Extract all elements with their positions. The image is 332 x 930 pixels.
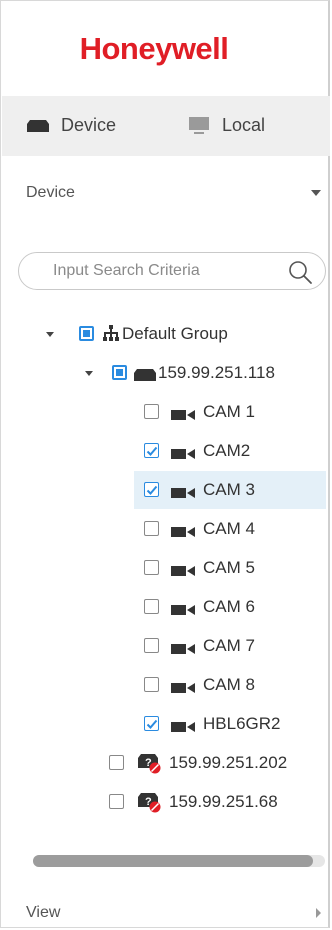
device-label: 159.99.251.202 (169, 753, 288, 772)
monitor-icon (188, 116, 210, 135)
view-dropdown[interactable]: View (26, 901, 321, 925)
chevron-right-icon (316, 908, 321, 918)
camera-row[interactable]: CAM 8 (1, 666, 331, 704)
camera-icon (171, 640, 195, 660)
device-checkbox[interactable] (109, 755, 124, 770)
camera-icon (171, 679, 195, 699)
camera-checkbox[interactable] (144, 638, 159, 653)
view-dropdown-label: View (26, 904, 61, 921)
search-icon[interactable] (287, 259, 313, 290)
camera-icon (171, 718, 195, 738)
device-label: 159.99.251.68 (169, 792, 278, 811)
group-label: Default Group (122, 324, 228, 343)
offline-device-icon: ? (138, 791, 162, 818)
camera-label: CAM 5 (203, 558, 255, 577)
device-checkbox[interactable] (109, 794, 124, 809)
camera-checkbox[interactable] (144, 404, 159, 419)
device-icon (27, 119, 49, 132)
search-box (18, 252, 326, 290)
device-dropdown-label: Device (26, 184, 75, 201)
camera-row[interactable]: CAM 5 (1, 549, 331, 587)
camera-checkbox[interactable] (144, 482, 159, 497)
camera-icon (171, 601, 195, 621)
group-checkbox[interactable] (79, 326, 94, 341)
expand-caret-icon[interactable] (85, 371, 93, 376)
camera-label: CAM 7 (203, 636, 255, 655)
offline-device-icon: ? (138, 752, 162, 779)
camera-label: CAM 3 (203, 480, 255, 499)
honeywell-logo: Honeywell (79, 31, 229, 66)
scrollbar-thumb[interactable] (33, 855, 313, 867)
device-panel: Honeywell Device Local Device Input Sear… (0, 0, 330, 928)
camera-row-selected[interactable]: CAM 3 (134, 471, 326, 509)
camera-checkbox[interactable] (144, 599, 159, 614)
camera-row[interactable]: CAM 1 (1, 393, 331, 431)
nvr-label: 159.99.251.118 (158, 363, 275, 382)
network-icon (103, 325, 119, 346)
tab-local[interactable]: Local (188, 115, 265, 136)
chevron-down-icon (311, 190, 321, 196)
camera-checkbox[interactable] (144, 443, 159, 458)
camera-checkbox[interactable] (144, 716, 159, 731)
camera-checkbox[interactable] (144, 677, 159, 692)
device-dropdown[interactable]: Device (26, 181, 321, 205)
camera-icon (171, 562, 195, 582)
tab-device[interactable]: Device (27, 115, 116, 136)
search-input[interactable] (51, 255, 275, 287)
expand-caret-icon[interactable] (46, 332, 54, 337)
tree-node-offline-device[interactable]: ? 159.99.251.202 (1, 744, 331, 782)
camera-checkbox[interactable] (144, 560, 159, 575)
camera-row[interactable]: CAM 7 (1, 627, 331, 665)
tree-node-offline-device[interactable]: ? 159.99.251.68 (1, 783, 331, 821)
camera-icon (171, 406, 195, 426)
camera-row[interactable]: CAM2 (1, 432, 331, 470)
camera-row[interactable]: CAM 6 (1, 588, 331, 626)
tree-node-nvr[interactable]: 159.99.251.118 (1, 354, 331, 392)
nvr-icon (134, 366, 156, 386)
camera-icon (171, 484, 195, 504)
tab-local-label: Local (222, 115, 266, 135)
horizontal-scrollbar[interactable] (33, 855, 325, 867)
camera-row[interactable]: CAM 4 (1, 510, 331, 548)
camera-label: CAM 4 (203, 519, 255, 538)
tab-bar: Device Local (2, 96, 330, 156)
camera-checkbox[interactable] (144, 521, 159, 536)
camera-row[interactable]: HBL6GR2 (1, 705, 331, 743)
camera-label: CAM2 (203, 441, 251, 460)
camera-label: CAM 1 (203, 402, 255, 421)
nvr-checkbox[interactable] (112, 365, 127, 380)
tree-node-group[interactable]: Default Group (1, 315, 331, 353)
camera-label: CAM 6 (203, 597, 255, 616)
tab-device-label: Device (61, 115, 117, 135)
camera-label: CAM 8 (203, 675, 255, 694)
camera-icon (171, 445, 195, 465)
camera-icon (171, 523, 195, 543)
camera-label: HBL6GR2 (203, 714, 281, 733)
